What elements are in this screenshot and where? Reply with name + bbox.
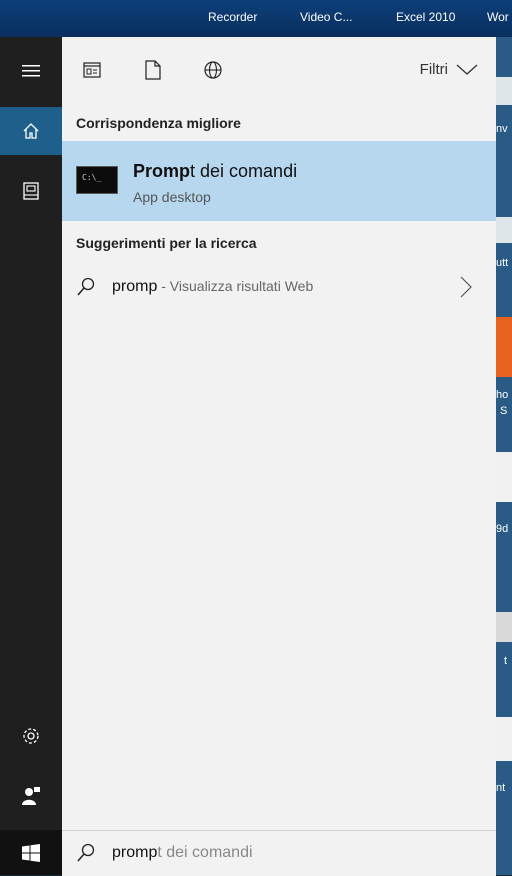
home-icon <box>23 123 39 139</box>
desktop-icon[interactable] <box>496 717 512 761</box>
apps-filter-button[interactable] <box>81 59 103 81</box>
desktop-icon-label: nt <box>496 782 506 794</box>
desktop-background: nv utt ho S 9d t nt <box>496 37 512 875</box>
home-button[interactable] <box>0 107 62 155</box>
search-input[interactable]: prompt dei comandi <box>112 844 253 862</box>
desktop-icon[interactable] <box>496 452 512 502</box>
best-match-title-match: Promp <box>133 161 191 181</box>
filters-label: Filtri <box>419 61 448 78</box>
hamburger-icon <box>22 65 40 77</box>
taskbar-strip: Recorder Video C... Excel 2010 Wor <box>0 0 512 37</box>
desktop-icon-label: t <box>504 655 508 667</box>
desktop-icon[interactable] <box>496 612 512 642</box>
desktop-icon-label: S <box>500 405 508 417</box>
best-match-header: Corrispondenza migliore <box>76 115 241 131</box>
taskbar-item-recorder[interactable]: Recorder <box>208 10 257 24</box>
taskbar-item-excel[interactable]: Excel 2010 <box>396 10 455 24</box>
desktop-icon-label: ho <box>496 389 509 401</box>
taskbar-item-word[interactable]: Wor <box>487 10 509 24</box>
desktop-icon-label: utt <box>496 257 509 269</box>
chevron-down-icon <box>456 64 478 75</box>
desktop-icon-label: 9d <box>496 523 509 535</box>
feedback-icon <box>22 787 40 805</box>
desktop-icon-label: nv <box>496 123 508 135</box>
menu-button[interactable] <box>0 47 62 95</box>
settings-button[interactable] <box>0 712 62 760</box>
start-left-rail <box>0 37 62 830</box>
start-button[interactable] <box>0 830 62 875</box>
apps-filter-icon <box>83 62 101 78</box>
web-filter-icon <box>204 61 222 79</box>
documents-filter-button[interactable] <box>142 59 164 81</box>
suggestion-text: promp - Visualizza risultati Web <box>112 278 313 296</box>
suggestion-item[interactable]: promp - Visualizza risultati Web <box>62 267 496 307</box>
desktop-icon[interactable] <box>496 317 512 377</box>
search-icon <box>77 277 95 296</box>
documents-filter-icon <box>145 60 161 80</box>
notebook-icon <box>23 182 39 200</box>
search-icon <box>77 843 95 862</box>
suggestions-header: Suggerimenti per la ricerca <box>76 235 257 251</box>
best-match-result[interactable]: C:\_ Prompt dei comandi App desktop <box>62 141 496 221</box>
desktop-icon[interactable] <box>496 217 512 243</box>
windows-logo-icon <box>22 843 40 862</box>
filter-bar: Filtri <box>62 37 496 101</box>
best-match-title: Prompt dei comandi <box>133 161 297 182</box>
gear-icon <box>23 728 39 744</box>
command-prompt-app-icon: C:\_ <box>76 166 118 194</box>
app-icon-text: C:\_ <box>82 173 102 182</box>
notebook-button[interactable] <box>0 167 62 215</box>
feedback-button[interactable] <box>0 772 62 820</box>
desktop-icon[interactable] <box>496 77 512 105</box>
web-filter-button[interactable] <box>202 59 224 81</box>
best-match-title-rest: t dei comandi <box>190 161 298 181</box>
filters-dropdown[interactable]: Filtri <box>420 61 478 78</box>
search-box[interactable]: prompt dei comandi <box>62 830 496 876</box>
best-match-subtitle: App desktop <box>133 189 211 205</box>
search-autocomplete: t dei comandi <box>157 844 253 861</box>
suggestion-query: promp <box>112 278 158 295</box>
search-results-panel: Filtri Corrispondenza migliore C:\_ Prom… <box>62 37 496 830</box>
taskbar-item-video[interactable]: Video C... <box>300 10 352 24</box>
search-typed-text: promp <box>112 844 158 861</box>
chevron-right-icon[interactable] <box>460 276 472 298</box>
suggestion-hint: - Visualizza risultati Web <box>157 278 314 294</box>
